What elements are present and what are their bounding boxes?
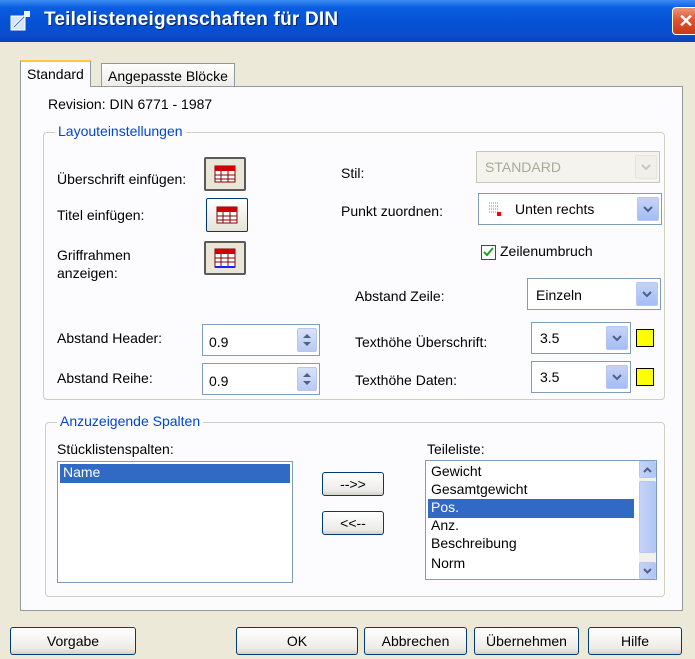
checkmark-icon	[483, 247, 494, 257]
data-color-swatch[interactable]	[636, 368, 654, 386]
header-spacing-label: Abstand Header:	[57, 330, 163, 346]
window-title: Teilelisteneigenschaften für DIN	[44, 9, 339, 30]
style-combo-value: STANDARD	[485, 159, 561, 175]
header-insert-button[interactable]	[204, 157, 246, 191]
chevron-down-icon	[606, 326, 628, 350]
point-combo-value: Unten rechts	[515, 201, 595, 217]
parts-list-scrollbar[interactable]	[639, 461, 656, 579]
parts-list[interactable]: Gewicht Gesamtgewicht Pos. Anz. Beschrei…	[425, 460, 657, 580]
point-label: Punkt zuordnen:	[341, 203, 443, 219]
line-spacing-value: Einzeln	[536, 287, 582, 303]
add-column-button[interactable]: -->>	[322, 472, 384, 496]
ok-button[interactable]: OK	[236, 627, 358, 655]
spinner-arrows-icon[interactable]	[297, 328, 317, 352]
scroll-up-button[interactable]	[639, 461, 656, 478]
scroll-down-button[interactable]	[639, 562, 656, 579]
header-insert-label: Überschrift einfügen:	[57, 171, 187, 187]
grip-label-line2: anzeigen:	[57, 265, 118, 281]
data-text-height-combo[interactable]: 3.5	[531, 361, 631, 393]
default-button[interactable]: Vorgabe	[10, 627, 136, 655]
header-spacing-value: 0.9	[209, 334, 229, 350]
data-text-height-value: 3.5	[540, 369, 560, 385]
parts-list-label: Teileliste:	[427, 441, 485, 457]
spinner-arrows-icon[interactable]	[297, 367, 317, 391]
chevron-up-icon	[643, 466, 652, 473]
bom-columns-label: Stücklistenspalten:	[57, 441, 174, 457]
header-text-height-value: 3.5	[540, 330, 560, 346]
wrap-checkbox[interactable]	[481, 245, 496, 260]
table-title-icon	[216, 206, 238, 224]
apply-button[interactable]: Übernehmen	[474, 627, 579, 655]
app-icon	[10, 11, 30, 31]
cancel-button[interactable]: Abbrechen	[364, 627, 467, 655]
tab-custom-blocks[interactable]: Angepasste Blöcke	[101, 63, 235, 87]
chevron-down-icon	[635, 155, 657, 179]
style-label: Stil:	[341, 165, 365, 181]
line-spacing-combo[interactable]: Einzeln	[527, 278, 661, 310]
chevron-down-icon	[643, 567, 652, 574]
chevron-down-icon	[637, 197, 659, 221]
help-button[interactable]: Hilfe	[588, 627, 682, 655]
title-insert-button[interactable]	[206, 198, 248, 232]
bom-columns-list[interactable]: Name	[57, 461, 293, 583]
row-spacing-spinner[interactable]: 0.9	[202, 363, 320, 395]
style-combo[interactable]: STANDARD	[476, 151, 660, 183]
table-grip-icon	[214, 248, 236, 268]
layout-group-legend: Layouteinstellungen	[55, 123, 186, 139]
revision-label: Revision: DIN 6771 - 1987	[48, 96, 213, 112]
header-spacing-spinner[interactable]: 0.9	[202, 324, 320, 356]
header-color-swatch[interactable]	[636, 329, 654, 347]
scroll-thumb[interactable]	[639, 481, 656, 553]
list-item[interactable]: Pos.	[428, 499, 634, 518]
list-item[interactable]: Norm	[428, 555, 465, 574]
alignment-icon	[489, 202, 501, 216]
header-text-height-label: Texthöhe Überschrift:	[355, 334, 488, 350]
wrap-label: Zeilenumbruch	[500, 243, 593, 259]
title-insert-label: Titel einfügen:	[57, 207, 145, 223]
line-spacing-label: Abstand Zeile:	[355, 288, 445, 304]
row-spacing-label: Abstand Reihe:	[57, 370, 153, 386]
grip-frame-button[interactable]	[204, 241, 246, 275]
chevron-down-icon	[636, 282, 658, 306]
list-item[interactable]: Beschreibung	[428, 535, 517, 554]
row-spacing-value: 0.9	[209, 373, 229, 389]
chevron-down-icon	[606, 365, 628, 389]
list-item[interactable]: Gewicht	[428, 463, 482, 482]
tab-standard[interactable]: Standard	[20, 60, 91, 87]
remove-column-button[interactable]: <<--	[322, 511, 384, 535]
close-button[interactable]: ✕	[672, 7, 695, 35]
header-text-height-combo[interactable]: 3.5	[531, 322, 631, 354]
table-header-icon	[214, 165, 236, 183]
point-combo[interactable]: Unten rechts	[478, 193, 662, 225]
title-bar: Teilelisteneigenschaften für DIN ✕	[0, 0, 695, 42]
list-item[interactable]: Anz.	[428, 517, 459, 536]
columns-group-legend: Anzuzeigende Spalten	[57, 413, 204, 429]
list-item[interactable]: Gesamtgewicht	[428, 481, 527, 500]
data-text-height-label: Texthöhe Daten:	[355, 372, 457, 388]
list-item[interactable]: Name	[60, 464, 290, 483]
grip-label-line1: Griffrahmen	[57, 247, 131, 263]
